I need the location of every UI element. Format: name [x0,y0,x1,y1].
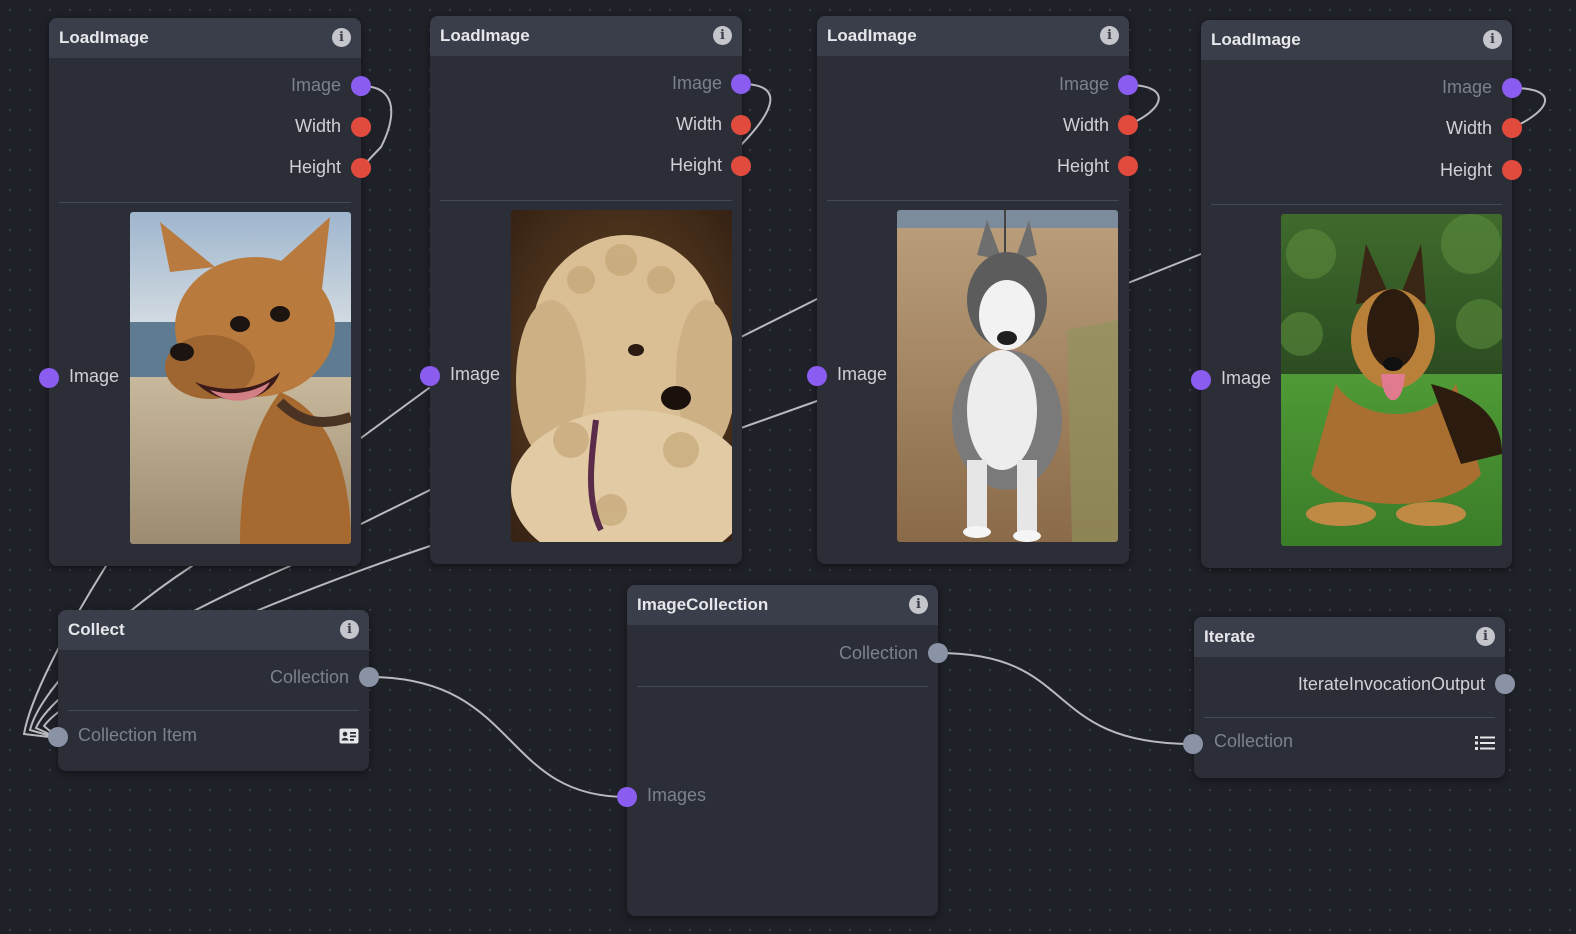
input-collection-handle[interactable] [1183,734,1203,754]
info-icon[interactable]: i [909,595,928,614]
image-thumbnail-chihuahua[interactable] [130,212,351,544]
input-image-handle[interactable] [1191,370,1211,390]
output-width-handle[interactable] [731,115,751,135]
info-icon[interactable]: i [1100,26,1119,45]
wire-collection-to-iterate [937,652,1194,745]
wire-collect-to-images [368,676,628,798]
node-title: Iterate [1204,627,1256,646]
input-image-handle[interactable] [807,366,827,386]
output-image-handle[interactable] [1118,75,1138,95]
output-height-handle[interactable] [731,156,751,176]
node-title: Collect [68,620,125,639]
node-title: ImageCollection [637,595,769,614]
output-collection-handle[interactable] [928,643,948,663]
divider [59,202,351,203]
load-image-node-3[interactable]: LoadImage i Image Width Height Image [817,16,1129,564]
input-image-label: Image [1221,368,1272,388]
output-collection-handle[interactable] [359,667,379,687]
output-collection-label: Collection [269,667,349,687]
divider [68,710,359,711]
output-width-label: Width [675,114,722,134]
output-image-label: Image [1441,77,1492,97]
input-image-label: Image [69,366,120,386]
divider [1211,204,1502,205]
node-title: LoadImage [1211,30,1301,49]
input-collection-item-label: Collection Item [78,725,198,745]
image-thumbnail-puppy[interactable] [511,210,732,542]
output-image-handle[interactable] [731,74,751,94]
output-width-label: Width [294,116,341,136]
node-header[interactable]: LoadImage i [430,16,742,56]
output-height-handle[interactable] [1118,156,1138,176]
input-image-label: Image [837,364,888,384]
collect-node[interactable]: Collect i Collection Collection Item [58,610,369,771]
output-image-label: Image [290,75,341,95]
load-image-node-4[interactable]: LoadImage i Image Width Height Image [1201,20,1512,568]
output-image-label: Image [1058,74,1109,94]
output-iterate-handle[interactable] [1495,674,1515,694]
wire-node3-to-node4 [1127,253,1202,284]
output-height-label: Height [1439,160,1492,180]
image-thumbnail-german-shepherd[interactable] [1281,214,1502,546]
wire-node1-to-node2 [360,387,430,439]
node-title: LoadImage [440,26,530,45]
image-thumbnail-husky[interactable] [897,210,1118,542]
output-width-handle[interactable] [1502,118,1522,138]
node-header[interactable]: LoadImage i [49,18,361,58]
wire-node2-to-node3-a [740,298,818,338]
output-height-handle[interactable] [351,158,371,178]
node-header[interactable]: Iterate i [1194,617,1505,657]
node-header[interactable]: LoadImage i [1201,20,1512,60]
node-header[interactable]: LoadImage i [817,16,1129,56]
divider [637,686,928,687]
info-icon[interactable]: i [713,26,732,45]
input-image-label: Image [450,364,501,384]
output-width-label: Width [1445,118,1492,138]
output-width-handle[interactable] [351,117,371,137]
list-icon[interactable] [1475,735,1495,756]
info-icon[interactable]: i [1483,30,1502,49]
output-width-label: Width [1062,115,1109,135]
output-image-label: Image [671,73,722,93]
input-collection-item-handle[interactable] [48,727,68,747]
image-collection-node[interactable]: ImageCollection i Collection Images [627,585,938,916]
divider [827,200,1119,201]
node-title: LoadImage [59,28,149,47]
output-height-label: Height [669,155,722,175]
divider [440,200,732,201]
output-height-handle[interactable] [1502,160,1522,180]
info-icon[interactable]: i [1476,627,1495,646]
output-collection-label: Collection [838,643,918,663]
input-image-handle[interactable] [39,368,59,388]
output-height-label: Height [1056,156,1109,176]
wire-collect-5 [360,489,431,525]
output-iterate-label: IterateInvocationOutput [1297,674,1485,694]
load-image-node-1[interactable]: LoadImage i Image Width Height Image [49,18,361,566]
output-width-handle[interactable] [1118,115,1138,135]
input-images-handle[interactable] [617,787,637,807]
output-image-handle[interactable] [351,76,371,96]
info-icon[interactable]: i [340,620,359,639]
node-header[interactable]: ImageCollection i [627,585,938,625]
output-height-label: Height [288,157,341,177]
wire-node2-loop [740,83,772,146]
load-image-node-2[interactable]: LoadImage i Image Width Height Image [430,16,742,564]
iterate-node[interactable]: Iterate i IterateInvocationOutput Collec… [1194,617,1505,778]
wire-node2-to-node3-b [740,400,818,429]
id-card-icon[interactable] [339,728,359,749]
info-icon[interactable]: i [332,28,351,47]
node-title: LoadImage [827,26,917,45]
input-image-handle[interactable] [420,366,440,386]
divider [1204,717,1495,718]
input-collection-label: Collection [1214,731,1294,751]
output-image-handle[interactable] [1502,78,1522,98]
input-images-label: Images [647,785,707,805]
node-header[interactable]: Collect i [58,610,369,650]
